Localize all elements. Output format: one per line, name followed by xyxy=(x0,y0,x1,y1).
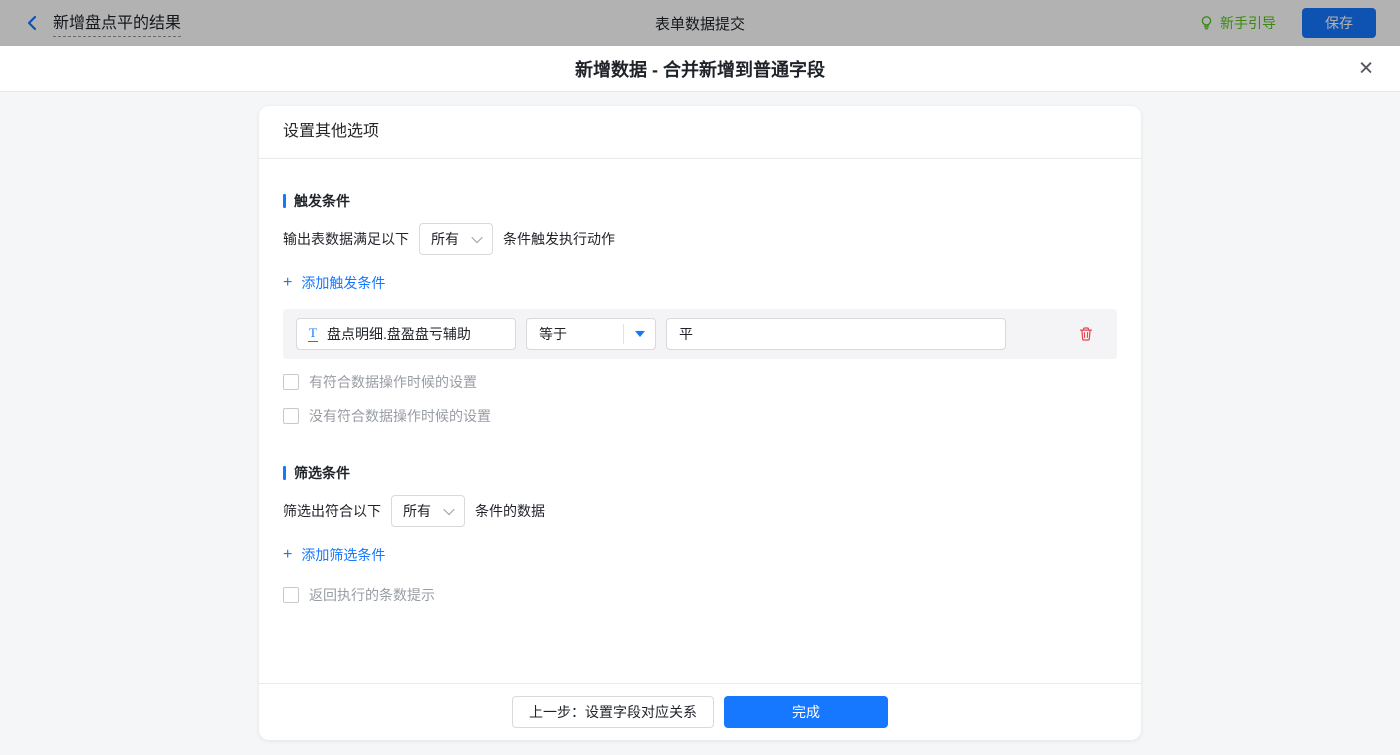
trash-icon xyxy=(1080,327,1092,341)
delete-condition-button[interactable] xyxy=(1078,326,1094,342)
filter-checkbox-row: 返回执行的条数提示 xyxy=(283,585,1117,605)
add-filter-condition-link[interactable]: + 添加筛选条件 xyxy=(283,545,385,565)
options-card: 设置其他选项 触发条件 输出表数据满足以下 所有 条件触发执行动作 + 添加触发… xyxy=(259,106,1141,740)
filter-match-row: 筛选出符合以下 所有 条件的数据 xyxy=(283,495,1117,527)
filter-match-select-value: 所有 xyxy=(403,503,431,519)
return-count-tip-label: 返回执行的条数提示 xyxy=(309,587,435,603)
trigger-condition-row: T 盘点明细.盘盈盘亏辅助 等于 xyxy=(283,309,1117,359)
section-accent-bar xyxy=(283,194,286,208)
trigger-match-select[interactable]: 所有 xyxy=(419,223,493,255)
section-accent-bar xyxy=(283,466,286,480)
filter-section-title: 筛选条件 xyxy=(283,463,1117,483)
chevron-down-icon xyxy=(471,231,483,244)
has-matching-data-checkbox[interactable] xyxy=(283,374,299,390)
previous-step-button[interactable]: 上一步：设置字段对应关系 xyxy=(512,696,714,728)
card-body: 触发条件 输出表数据满足以下 所有 条件触发执行动作 + 添加触发条件 T 盘点… xyxy=(259,159,1141,683)
has-matching-data-label: 有符合数据操作时候的设置 xyxy=(309,374,477,390)
condition-operator-value: 等于 xyxy=(539,326,567,342)
add-filter-condition-label: 添加筛选条件 xyxy=(301,547,386,563)
trigger-match-prefix: 输出表数据满足以下 xyxy=(283,231,409,247)
add-trigger-condition-label: 添加触发条件 xyxy=(301,275,386,291)
trigger-match-suffix: 条件触发执行动作 xyxy=(503,231,615,247)
operator-caret-zone[interactable] xyxy=(623,324,655,344)
plus-icon: + xyxy=(283,274,293,291)
top-bar: 新增盘点平的结果 表单数据提交 新手引导 保存 xyxy=(0,0,1400,46)
trigger-checkbox-row: 有符合数据操作时候的设置 xyxy=(283,372,1117,392)
filter-match-select[interactable]: 所有 xyxy=(391,495,465,527)
no-matching-data-checkbox[interactable] xyxy=(283,408,299,424)
modal-body: 设置其他选项 触发条件 输出表数据满足以下 所有 条件触发执行动作 + 添加触发… xyxy=(0,92,1400,755)
no-matching-data-label: 没有符合数据操作时候的设置 xyxy=(309,408,491,424)
modal-dim-overlay xyxy=(0,0,1400,46)
filter-match-suffix: 条件的数据 xyxy=(475,503,545,519)
card-footer: 上一步：设置字段对应关系 完成 xyxy=(259,683,1141,740)
trigger-match-row: 输出表数据满足以下 所有 条件触发执行动作 xyxy=(283,223,1117,255)
chevron-down-icon xyxy=(443,503,455,516)
condition-operator-select[interactable]: 等于 xyxy=(526,318,656,350)
plus-icon: + xyxy=(283,546,293,563)
modal-header: 新增数据 - 合并新增到普通字段 ✕ xyxy=(0,46,1400,92)
trigger-checkbox-row: 没有符合数据操作时候的设置 xyxy=(283,406,1117,426)
condition-value-input[interactable] xyxy=(666,318,1006,350)
done-button[interactable]: 完成 xyxy=(724,696,888,728)
return-count-tip-checkbox[interactable] xyxy=(283,587,299,603)
modal-title: 新增数据 - 合并新增到普通字段 xyxy=(575,59,825,80)
trigger-section-label: 触发条件 xyxy=(294,193,350,209)
add-trigger-condition-link[interactable]: + 添加触发条件 xyxy=(283,273,385,293)
triangle-down-icon xyxy=(634,331,645,337)
condition-field-select[interactable]: T 盘点明细.盘盈盘亏辅助 xyxy=(296,318,516,350)
filter-section-label: 筛选条件 xyxy=(294,465,350,481)
text-field-type-icon: T xyxy=(308,325,318,342)
close-icon[interactable]: ✕ xyxy=(1358,59,1374,78)
condition-field-name: 盘点明细.盘盈盘亏辅助 xyxy=(326,326,471,342)
trigger-match-select-value: 所有 xyxy=(431,231,459,247)
card-header-title: 设置其他选项 xyxy=(259,106,1141,159)
trigger-section-title: 触发条件 xyxy=(283,191,1117,211)
filter-match-prefix: 筛选出符合以下 xyxy=(283,503,381,519)
